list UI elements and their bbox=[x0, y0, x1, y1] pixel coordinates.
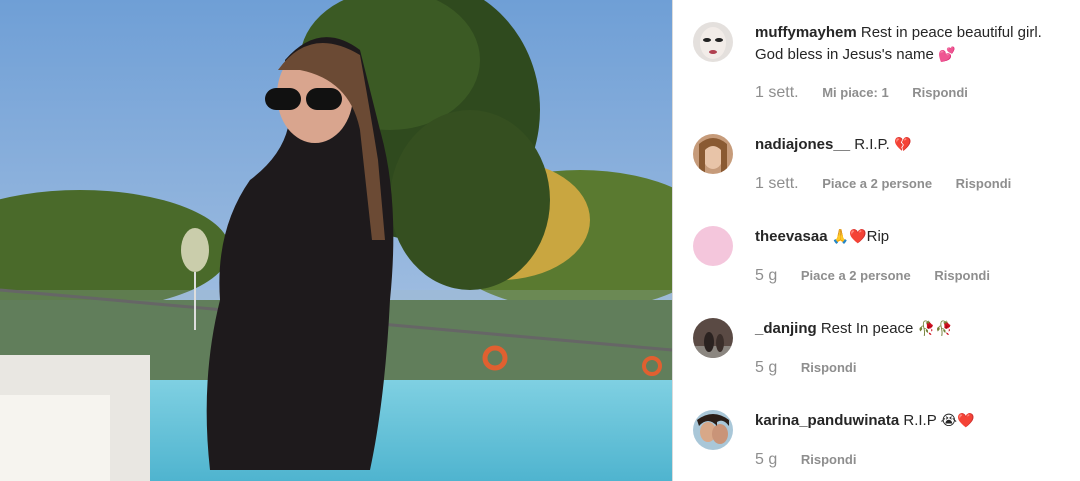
rose-emoji-icon: 🥀🥀 bbox=[917, 321, 953, 337]
comment-body: Rest In peace bbox=[820, 320, 914, 337]
avatar[interactable] bbox=[693, 318, 733, 358]
reply-button[interactable]: Rispondi bbox=[801, 360, 857, 375]
comment-time[interactable]: 5 g bbox=[755, 267, 777, 284]
comment-likes[interactable]: Piace a 2 persone bbox=[822, 176, 932, 191]
comments-panel: muffymayhem Rest in peace beautiful girl… bbox=[673, 0, 1080, 481]
pool-scene-image bbox=[0, 0, 672, 481]
comment-text: nadiajones__ R.I.P. 💔 bbox=[755, 134, 1065, 156]
post-photo[interactable] bbox=[0, 0, 672, 481]
avatar[interactable] bbox=[693, 410, 733, 450]
comment-meta: 5 g Piace a 2 persone Rispondi bbox=[755, 267, 1010, 285]
broken-heart-emoji-icon: 💔 bbox=[893, 137, 912, 153]
avatar[interactable] bbox=[693, 134, 733, 174]
comment-likes[interactable]: Piace a 2 persone bbox=[801, 268, 911, 283]
reply-button[interactable]: Rispondi bbox=[956, 176, 1012, 191]
comment-text: muffymayhem Rest in peace beautiful girl… bbox=[755, 22, 1065, 66]
comment-username[interactable]: karina_panduwinata bbox=[755, 412, 899, 429]
comment-meta: 1 sett. Mi piace: 1 Rispondi bbox=[755, 84, 988, 102]
comment-text: theevasaa 🙏❤️Rip bbox=[755, 226, 1065, 248]
comment-username[interactable]: nadiajones__ bbox=[755, 136, 850, 153]
reply-button[interactable]: Rispondi bbox=[912, 85, 968, 100]
comment-meta: 1 sett. Piace a 2 persone Rispondi bbox=[755, 175, 1031, 193]
pray-heart-emoji-icon: 🙏❤️ bbox=[831, 229, 867, 245]
crying-heart-emoji-icon: 😭❤️ bbox=[940, 413, 975, 429]
comment-text: _danjing Rest In peace 🥀🥀 bbox=[755, 318, 1065, 340]
comment-body: R.I.P bbox=[903, 412, 937, 429]
comment-meta: 5 g Rispondi bbox=[755, 451, 876, 469]
hearts-emoji-icon: 💕 bbox=[937, 47, 956, 63]
comment-text: karina_panduwinata R.I.P 😭❤️ bbox=[755, 410, 1065, 432]
comment-time[interactable]: 1 sett. bbox=[755, 175, 799, 192]
avatar[interactable] bbox=[693, 226, 733, 266]
comment-body: R.I.P. bbox=[854, 136, 890, 153]
comment-time[interactable]: 5 g bbox=[755, 359, 777, 376]
comment-time[interactable]: 1 sett. bbox=[755, 84, 799, 101]
comment-meta: 5 g Rispondi bbox=[755, 359, 876, 377]
comment-username[interactable]: _danjing bbox=[755, 320, 817, 337]
comment-time[interactable]: 5 g bbox=[755, 451, 777, 468]
comment-likes[interactable]: Mi piace: 1 bbox=[822, 85, 888, 100]
avatar[interactable] bbox=[693, 22, 733, 62]
reply-button[interactable]: Rispondi bbox=[934, 268, 990, 283]
comment-username[interactable]: theevasaa bbox=[755, 228, 828, 245]
reply-button[interactable]: Rispondi bbox=[801, 452, 857, 467]
comment-body: Rip bbox=[866, 228, 890, 245]
comment-username[interactable]: muffymayhem bbox=[755, 24, 857, 41]
